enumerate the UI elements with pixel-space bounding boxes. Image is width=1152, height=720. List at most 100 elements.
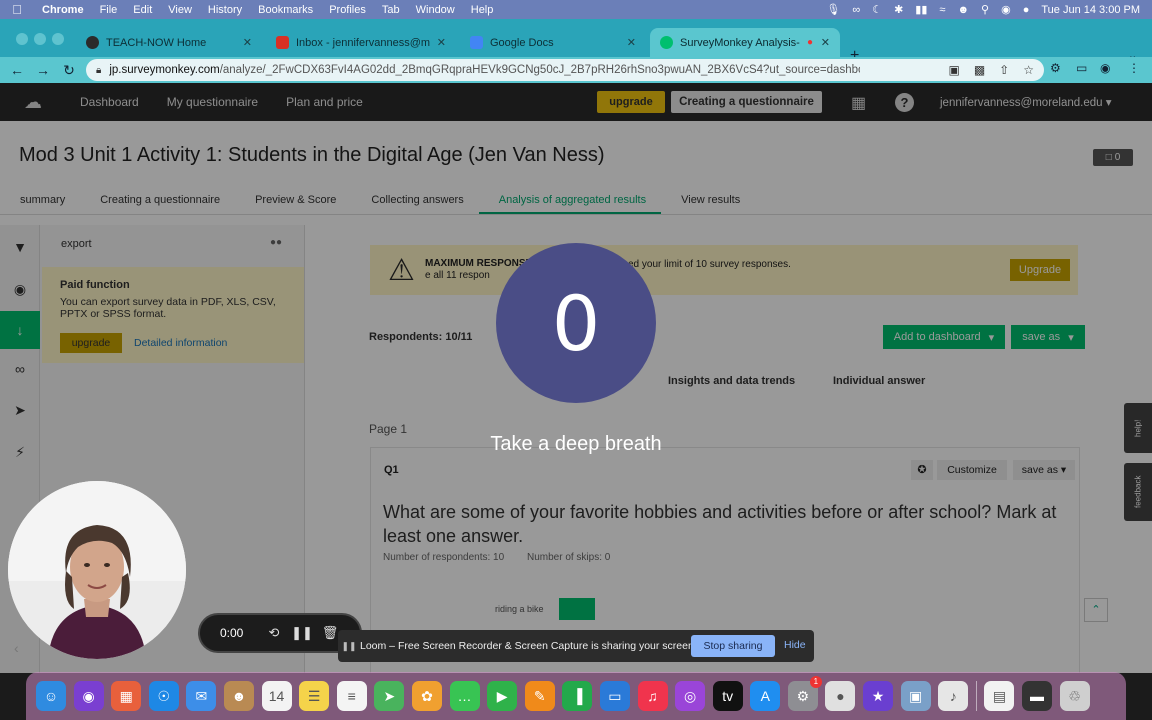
step-collect[interactable]: Collecting answers [351, 187, 478, 214]
step-view-results[interactable]: View results [661, 187, 755, 214]
messages-icon[interactable]: … [449, 681, 480, 711]
tab-google-docs[interactable]: Google Docs ✕ [460, 28, 646, 57]
pages-icon[interactable]: ✎ [524, 681, 555, 711]
step-analyze[interactable]: Analysis of aggregated results [478, 187, 662, 214]
sidepanel-icon[interactable]: ▭ [1076, 61, 1087, 75]
translate-icon[interactable]: ▩ [974, 63, 985, 77]
download-icon[interactable]: ↓ [0, 311, 40, 349]
feedback-side-tab[interactable]: feedback [1124, 463, 1152, 521]
filter-icon[interactable]: ▼ [0, 239, 40, 255]
close-window-icon[interactable] [16, 33, 28, 45]
minimize-window-icon[interactable] [34, 33, 46, 45]
menu-history[interactable]: History [200, 4, 250, 16]
menu-edit[interactable]: Edit [125, 4, 160, 16]
share-icon[interactable]: ⇧ [999, 63, 1009, 77]
close-icon[interactable]: ✕ [437, 36, 446, 49]
apps-grid-icon[interactable]: ▦ [851, 93, 866, 113]
menu-window[interactable]: Window [408, 4, 463, 16]
surveymonkey-logo-icon[interactable]: ☁ [0, 92, 66, 113]
close-icon[interactable]: ✕ [821, 36, 830, 49]
menubar-clock[interactable]: Tue Jun 14 3:00 PM [1041, 4, 1140, 16]
tab-surveymonkey[interactable]: SurveyMonkey Analysis-M ● ✕ [650, 28, 840, 57]
create-questionnaire-button[interactable]: Creating a questionnaire [671, 91, 822, 113]
menu-bookmarks[interactable]: Bookmarks [250, 4, 321, 16]
notes-icon[interactable]: ☰ [299, 681, 330, 711]
document-icon[interactable]: ♪ [938, 681, 969, 711]
account-menu[interactable]: jennifervanness@moreland.edu ▾ [940, 95, 1112, 109]
podcasts-icon[interactable]: ◎ [675, 681, 706, 711]
contacts-icon[interactable]: ☻ [223, 681, 254, 711]
hide-button[interactable]: Hide [784, 639, 806, 651]
chrome-icon[interactable]: ● [825, 681, 856, 711]
share-icon[interactable]: ➤ [0, 402, 40, 419]
help-icon[interactable]: ? [895, 93, 914, 112]
step-summary[interactable]: summary [0, 187, 80, 214]
step-preview[interactable]: Preview & Score [235, 187, 351, 214]
step-create[interactable]: Creating a questionnaire [80, 187, 235, 214]
question-save-as-button[interactable]: save as ▾ [1013, 460, 1075, 480]
siri-icon[interactable]: ◉ [73, 681, 104, 711]
menu-tab[interactable]: Tab [374, 4, 408, 16]
siri-menubar-icon[interactable]: ● [1023, 4, 1030, 16]
apple-icon[interactable]:  [0, 2, 34, 17]
detailed-info-link[interactable]: Detailed information [134, 337, 227, 349]
tab-individual-answer[interactable]: Individual answer [833, 375, 925, 387]
reminders-icon[interactable]: ≡ [336, 681, 367, 711]
microphone-icon[interactable]: 🎙︎ [826, 3, 840, 16]
tv-icon[interactable]: tv [712, 681, 743, 711]
nav-plan-and-price[interactable]: Plan and price [272, 95, 377, 109]
menu-view[interactable]: View [160, 4, 200, 16]
nav-dashboard[interactable]: Dashboard [66, 95, 153, 109]
cast-icon[interactable]: ▣ [948, 63, 959, 77]
close-icon[interactable]: ✕ [243, 36, 252, 49]
help-side-tab[interactable]: help! [1124, 403, 1152, 453]
link-icon[interactable]: ∞ [0, 361, 40, 377]
search-icon[interactable]: ⚲ [981, 3, 989, 16]
scroll-top-icon[interactable]: ⌃ [1084, 598, 1108, 622]
launchpad-icon[interactable]: ▦ [111, 681, 142, 711]
link-icon[interactable]: ∞ [852, 4, 860, 16]
settings-icon[interactable]: ⚙ 1 [787, 676, 822, 711]
control-center-icon[interactable]: ◉ [1001, 3, 1011, 16]
menu-help[interactable]: Help [463, 4, 502, 16]
menu-app-chrome[interactable]: Chrome [34, 4, 92, 16]
user-icon[interactable]: ☻ [957, 4, 969, 16]
imovie-icon[interactable]: ★ [863, 681, 894, 711]
forward-icon[interactable]: → [30, 62, 56, 78]
pin-icon[interactable]: ✪ [911, 460, 933, 480]
stop-sharing-button[interactable]: Stop sharing [691, 635, 775, 657]
extensions-icon[interactable]: ⚙ [1050, 61, 1061, 75]
more-menu-icon[interactable]: ⋮ [1128, 61, 1140, 75]
panel-toggle-icon[interactable]: ●● [270, 237, 282, 248]
bookmark-star-icon[interactable]: ☆ [1023, 63, 1034, 77]
zoom-window-icon[interactable] [52, 33, 64, 45]
tab-teach-now[interactable]: TEACH-NOW Home ✕ [76, 28, 262, 57]
drag-handle-icon[interactable]: ❚❚ [338, 641, 360, 652]
menu-profiles[interactable]: Profiles [321, 4, 374, 16]
facetime-icon[interactable]: ▶ [487, 681, 518, 711]
lightning-icon[interactable]: ⚡︎ [0, 444, 40, 461]
customize-button[interactable]: Customize [937, 460, 1007, 480]
maps-icon[interactable]: ➤ [374, 681, 405, 711]
close-icon[interactable]: ✕ [627, 36, 636, 49]
menu-file[interactable]: File [92, 4, 126, 16]
appstore-icon[interactable]: A [750, 681, 781, 711]
finder-icon[interactable]: ☺ [36, 681, 66, 711]
preview-icon[interactable]: ▣ [900, 681, 931, 711]
calendar-icon[interactable]: 14 [261, 681, 292, 711]
numbers-icon[interactable]: ▐ [562, 681, 593, 711]
save-as-button[interactable]: save as ▾ [1011, 325, 1085, 349]
address-bar[interactable]: 🔒︎ jp.surveymonkey.com /analyze/_2FwCDX6… [86, 59, 1044, 81]
safari-icon[interactable]: ☉ [148, 681, 179, 711]
file-icon[interactable]: ▤ [984, 681, 1015, 711]
reload-icon[interactable]: ↻ [56, 62, 82, 79]
chevron-left-icon[interactable]: ‹ [14, 640, 19, 656]
photos-icon[interactable]: ✿ [411, 681, 442, 711]
bluetooth-icon[interactable]: ✱ [894, 3, 903, 16]
nav-my-questionnaire[interactable]: My questionnaire [153, 95, 272, 109]
wifi-icon[interactable]: ≈ [939, 4, 945, 16]
profile-avatar-icon[interactable]: ◉ [1100, 61, 1110, 75]
webcam-bubble[interactable] [8, 481, 186, 659]
mail-icon[interactable]: ✉ [186, 681, 217, 711]
trash-icon[interactable]: ♲ [1059, 681, 1090, 711]
